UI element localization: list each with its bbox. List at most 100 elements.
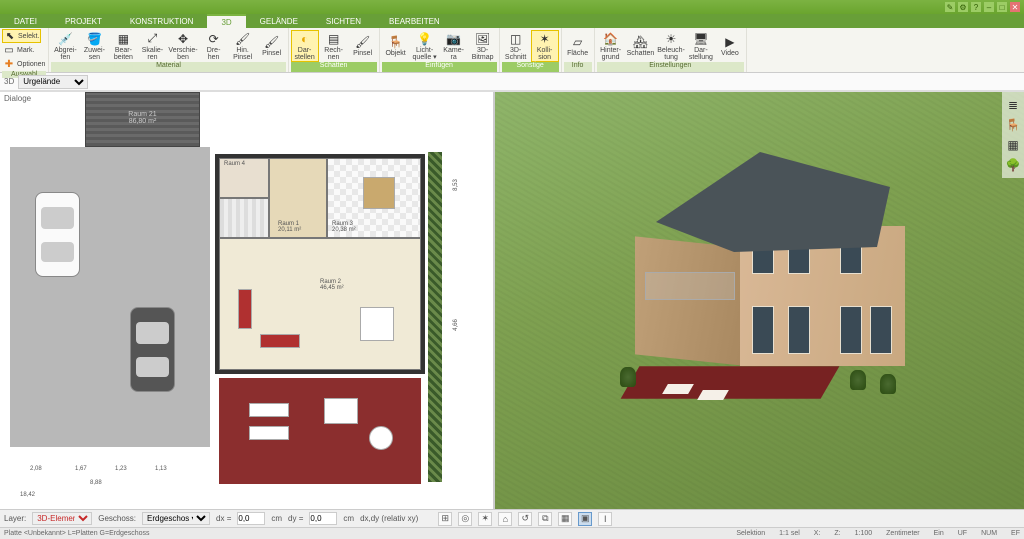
room-bath: Raum 4 [219, 158, 269, 198]
bitmap-button[interactable]: 🖼3D- Bitmap [469, 30, 497, 62]
selekt-button[interactable]: ⬉Selekt. [2, 29, 41, 43]
house-outline: Raum 4 Raum 1 20,11 m² Raum 3 20,38 m² R… [215, 154, 425, 374]
brush-icon: 🖌 [355, 34, 371, 50]
edit-icon: ▦ [115, 31, 131, 47]
dx-input[interactable] [237, 512, 265, 525]
tool-i[interactable]: I [598, 512, 612, 526]
right-tools: ≣ 🪑 ▦ 🌳 [1002, 92, 1024, 178]
tool-f[interactable]: ⧉ [538, 512, 552, 526]
dim-3: 1,23 [115, 466, 127, 472]
tab-datei[interactable]: DATEI [0, 14, 51, 28]
umbrella [369, 426, 393, 450]
bush-1 [620, 367, 636, 387]
view-3d[interactable]: ≣ 🪑 ▦ 🌳 [495, 92, 1024, 509]
wall-side [635, 236, 743, 365]
furniture-icon[interactable]: 🪑 [1004, 116, 1022, 134]
mark-icon: ▭ [3, 44, 15, 56]
minimize-button[interactable]: – [984, 2, 994, 12]
tool-g[interactable]: ▦ [558, 512, 572, 526]
shadow-icon: 🏘 [632, 34, 648, 50]
geschoss-combo[interactable]: Erdgeschos ▾ [142, 512, 210, 525]
maximize-button[interactable]: □ [997, 2, 1007, 12]
flaeche-button[interactable]: ▱Fläche [564, 30, 592, 62]
layer-select[interactable]: Urgelände [18, 75, 88, 89]
bush-2 [850, 370, 866, 390]
unit-1: cm [271, 514, 282, 523]
mark-button[interactable]: ▭Mark. [2, 43, 36, 57]
titlebar: ✎ ⚙ ? – □ ✕ [0, 0, 1024, 14]
help-icon[interactable]: ? [971, 2, 981, 12]
schatten-pinsel-button[interactable]: 🖌Pinsel [349, 30, 377, 62]
tool-h[interactable]: ▣ [578, 512, 592, 526]
zuweisen-button[interactable]: 🪣Zuwei- sen [80, 30, 108, 62]
lounger-1 [249, 403, 289, 417]
sofa-2 [260, 334, 300, 348]
room-living: Raum 2 46,45 m² [219, 238, 421, 370]
darstellen-button[interactable]: ◐Dar- stellen [291, 30, 319, 62]
room-kitchen: Raum 3 20,38 m² [327, 158, 421, 238]
move-icon: ✥ [175, 31, 191, 47]
tab-projekt[interactable]: PROJEKT [51, 14, 116, 28]
camera-icon: 📷 [446, 31, 462, 47]
car-2 [130, 307, 175, 392]
tool-d[interactable]: ⌂ [498, 512, 512, 526]
video-button[interactable]: ▶Video [716, 30, 744, 62]
dy-input[interactable] [309, 512, 337, 525]
hintergrund-button[interactable]: 🏠Hinter- grund [597, 30, 625, 62]
status-sel: 1:1 sel [779, 530, 800, 537]
tab-bearbeiten[interactable]: BEARBEITEN [375, 14, 454, 28]
bearbeiten-button[interactable]: ▦Bear- beiten [109, 30, 137, 62]
tab-konstruktion[interactable]: KONSTRUKTION [116, 14, 208, 28]
room-stair [219, 198, 269, 238]
tool-gear-icon[interactable]: ⚙ [958, 2, 968, 12]
layer-combo[interactable]: 3D-Element [32, 512, 92, 525]
kollision-button[interactable]: ✶Kolli- sion [531, 30, 559, 62]
statusbar: Platte <Unbekannt> L=Platten G=Erdgescho… [0, 527, 1024, 539]
lichtquelle-button[interactable]: 💡Licht- quelle ▾ [411, 30, 439, 62]
brush-icon: 🖌 [264, 34, 280, 50]
ribbon-group-einfuegen: 🪑Objekt 💡Licht- quelle ▾ 📷Kame- ra 🖼3D- … [380, 28, 500, 72]
skalieren-button[interactable]: ⤢Skalie- ren [138, 30, 166, 62]
group-title-schatten: Schatten [291, 62, 377, 72]
close-button[interactable]: ✕ [1010, 2, 1020, 12]
tab-3d[interactable]: 3D [207, 14, 245, 28]
tree-icon[interactable]: 🌳 [1004, 156, 1022, 174]
scale-icon: ⤢ [144, 31, 160, 47]
outdoor-sofa [324, 398, 358, 424]
status-uf: UF [958, 530, 967, 537]
abgreifen-button[interactable]: 💉Abgrei- fen [51, 30, 79, 62]
tab-gelaende[interactable]: GELÄNDE [246, 14, 312, 28]
schatten-set-button[interactable]: 🏘Schatten [626, 30, 656, 62]
objekt-button[interactable]: 🪑Objekt [382, 30, 410, 62]
tool-a[interactable]: ⊞ [438, 512, 452, 526]
tool-e[interactable]: ↺ [518, 512, 532, 526]
hinpinsel-button[interactable]: 🖌Hin. Pinsel [229, 30, 257, 62]
darstellung-button[interactable]: 🖥Dar- stellung [687, 30, 715, 62]
image-icon: 🖼 [475, 31, 491, 47]
tool-c[interactable]: ✶ [478, 512, 492, 526]
kamera-button[interactable]: 📷Kame- ra [440, 30, 468, 62]
garage-roof: Raum 21 86,80 m² [85, 92, 200, 147]
drehen-button[interactable]: ⟳Dre- hen [200, 30, 228, 62]
layers-icon[interactable]: ≣ [1004, 96, 1022, 114]
terrace [219, 378, 421, 484]
floor-plan: Raum 21 86,80 m² Raum 4 Raum 1 20,11 m² … [0, 92, 493, 509]
rechnen-button[interactable]: ▤Rech- nen [320, 30, 348, 62]
play-icon: ▶ [722, 34, 738, 50]
door-3 [840, 306, 862, 354]
beleuchtung-button[interactable]: ☀Beleuch- tung [656, 30, 686, 62]
3dschnitt-button[interactable]: ◫3D- Schnitt [502, 30, 530, 62]
ribbon-group-einstellungen: 🏠Hinter- grund 🏘Schatten ☀Beleuch- tung … [595, 28, 747, 72]
pinsel-button[interactable]: 🖌Pinsel [258, 30, 286, 62]
hedge-right [428, 152, 442, 482]
view-2d[interactable]: Dialoge Raum 21 86,80 m² Raum 4 Raum 1 2… [0, 92, 495, 509]
tool-b[interactable]: ◎ [458, 512, 472, 526]
cursor-icon: ⬉ [4, 30, 16, 42]
optionen-button[interactable]: ✚Optionen [2, 57, 46, 71]
dim-h2: 4,66 [453, 319, 459, 331]
palette-icon[interactable]: ▦ [1004, 136, 1022, 154]
bucket-icon: 🪣 [86, 31, 102, 47]
tab-sichten[interactable]: SICHTEN [312, 14, 375, 28]
verschieben-button[interactable]: ✥Verschie- ben [167, 30, 198, 62]
tool-pencil-icon[interactable]: ✎ [945, 2, 955, 12]
